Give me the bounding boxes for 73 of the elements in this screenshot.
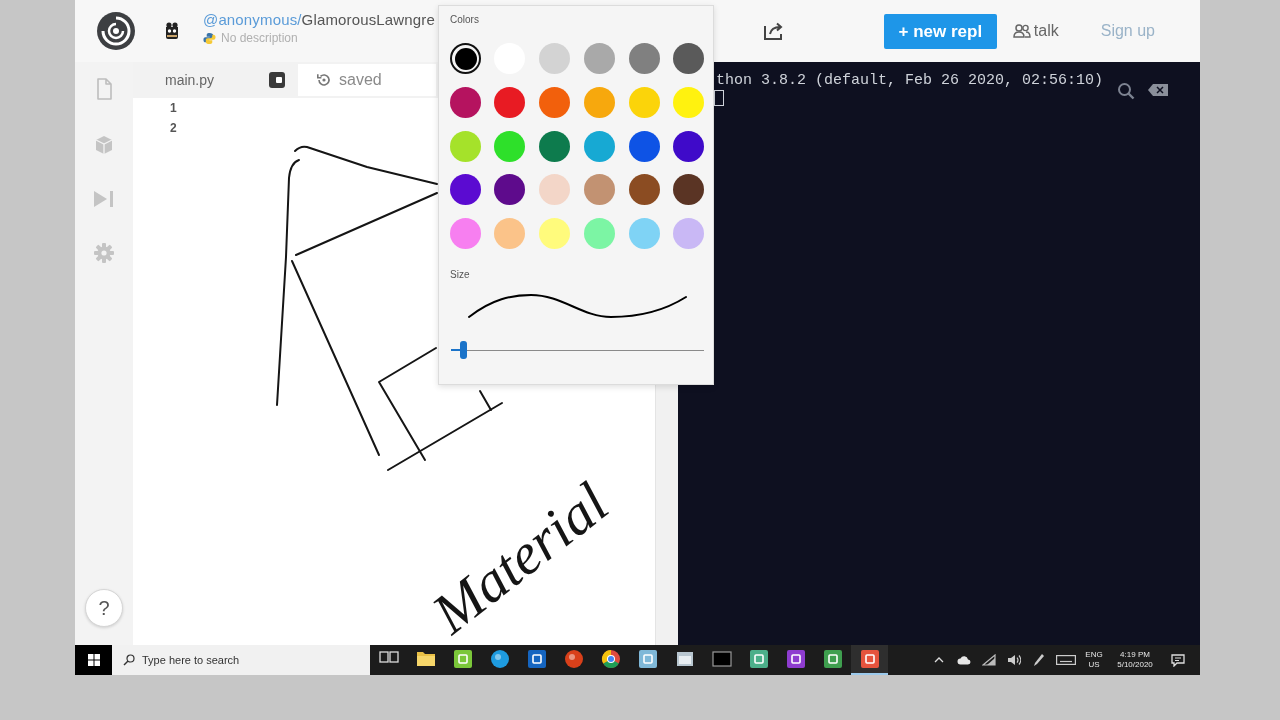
file-tab[interactable]: main.py bbox=[165, 69, 215, 91]
color-swatch-icon[interactable] bbox=[539, 218, 571, 250]
color-swatch-icon[interactable] bbox=[539, 43, 571, 74]
snake-logo-icon bbox=[203, 31, 216, 45]
color-swatch-icon[interactable] bbox=[449, 174, 481, 206]
color-swatch-icon[interactable] bbox=[449, 218, 481, 250]
color-swatch-icon[interactable] bbox=[494, 86, 526, 118]
line-number: 2 bbox=[170, 120, 177, 137]
avatar-icon[interactable] bbox=[163, 21, 181, 41]
color-swatch-icon[interactable] bbox=[539, 174, 571, 206]
pen-icon[interactable] bbox=[1032, 653, 1045, 667]
repl-name: GlamorousLawngre bbox=[301, 11, 435, 28]
owner-link[interactable]: @anonymous/ bbox=[203, 11, 302, 28]
history-icon bbox=[316, 72, 333, 88]
color-swatch-icon[interactable] bbox=[449, 130, 481, 162]
speaker-icon[interactable] bbox=[1006, 654, 1021, 666]
color-swatch-icon[interactable] bbox=[673, 43, 705, 74]
start-button[interactable] bbox=[75, 645, 112, 675]
color-swatch-icon[interactable] bbox=[583, 86, 615, 118]
people-icon bbox=[1012, 24, 1031, 38]
color-swatch-icon[interactable] bbox=[673, 218, 705, 250]
language-indicator[interactable]: ENG bbox=[1085, 650, 1103, 660]
color-swatch-icon[interactable] bbox=[583, 174, 615, 206]
color-swatch-icon[interactable] bbox=[583, 130, 615, 162]
color-swatch-icon[interactable] bbox=[583, 43, 615, 74]
search-icon bbox=[123, 654, 135, 666]
backspace-icon[interactable] bbox=[1148, 84, 1168, 96]
history-button[interactable]: saved bbox=[298, 64, 437, 96]
color-swatch-icon[interactable] bbox=[628, 174, 660, 206]
window-icon bbox=[674, 649, 695, 669]
color-wheel-icon bbox=[600, 649, 621, 669]
taskbar-search-field[interactable]: Type here to search bbox=[112, 645, 370, 675]
slider-thumb[interactable] bbox=[460, 341, 468, 360]
color-swatch-icon[interactable] bbox=[449, 86, 481, 118]
color-swatch-icon[interactable] bbox=[539, 86, 571, 118]
notification-icon[interactable] bbox=[1171, 653, 1185, 667]
search-icon[interactable] bbox=[1117, 82, 1135, 100]
region-indicator[interactable]: US bbox=[1088, 660, 1100, 670]
line-number: 1 bbox=[170, 100, 177, 117]
color-swatch-icon[interactable] bbox=[628, 218, 660, 250]
color-swatch-icon[interactable] bbox=[673, 130, 705, 162]
taskbar-app-button[interactable] bbox=[851, 645, 888, 675]
window-panes-icon bbox=[87, 654, 100, 666]
network-icon[interactable] bbox=[981, 654, 996, 666]
color-swatch-icon[interactable] bbox=[539, 130, 571, 162]
size-label: Size bbox=[449, 269, 470, 282]
screen-icon bbox=[711, 649, 732, 669]
talk-link[interactable]: talk bbox=[1012, 19, 1059, 43]
clock-date[interactable]: 5/10/2020 bbox=[1117, 660, 1153, 670]
color-swatch-icon[interactable] bbox=[449, 43, 481, 74]
color-swatch-icon[interactable] bbox=[673, 86, 705, 118]
new-repl-button[interactable]: + new repl bbox=[883, 13, 997, 49]
swirl-logo-icon[interactable] bbox=[97, 12, 135, 50]
cloud-icon[interactable] bbox=[956, 655, 971, 665]
color-swatch-icon[interactable] bbox=[494, 130, 526, 162]
keyboard-icon[interactable] bbox=[1056, 655, 1076, 665]
color-swatch-icon[interactable] bbox=[628, 130, 660, 162]
console-output: thon 3.8.2 (default, Feb 26 2020, 02:56:10) bbox=[716, 72, 1105, 90]
share-icon[interactable] bbox=[763, 22, 784, 40]
colors-label: Colors bbox=[449, 14, 479, 26]
folder-icon bbox=[415, 649, 436, 669]
color-swatch-icon[interactable] bbox=[583, 218, 615, 250]
color-swatch-icon[interactable] bbox=[494, 174, 526, 206]
cursor-icon bbox=[714, 90, 724, 106]
panel-icon[interactable] bbox=[269, 72, 286, 88]
color-swatch-icon[interactable] bbox=[628, 43, 660, 74]
color-swatch-icon[interactable] bbox=[673, 174, 705, 206]
color-swatch-icon[interactable] bbox=[494, 218, 526, 250]
color-swatch-icon[interactable] bbox=[628, 86, 660, 118]
chevron-up-icon[interactable] bbox=[933, 657, 944, 663]
clock-time[interactable]: 4:19 PM bbox=[1120, 650, 1150, 660]
help-button[interactable]: ? bbox=[85, 589, 123, 627]
repl-description: No description bbox=[221, 31, 298, 45]
